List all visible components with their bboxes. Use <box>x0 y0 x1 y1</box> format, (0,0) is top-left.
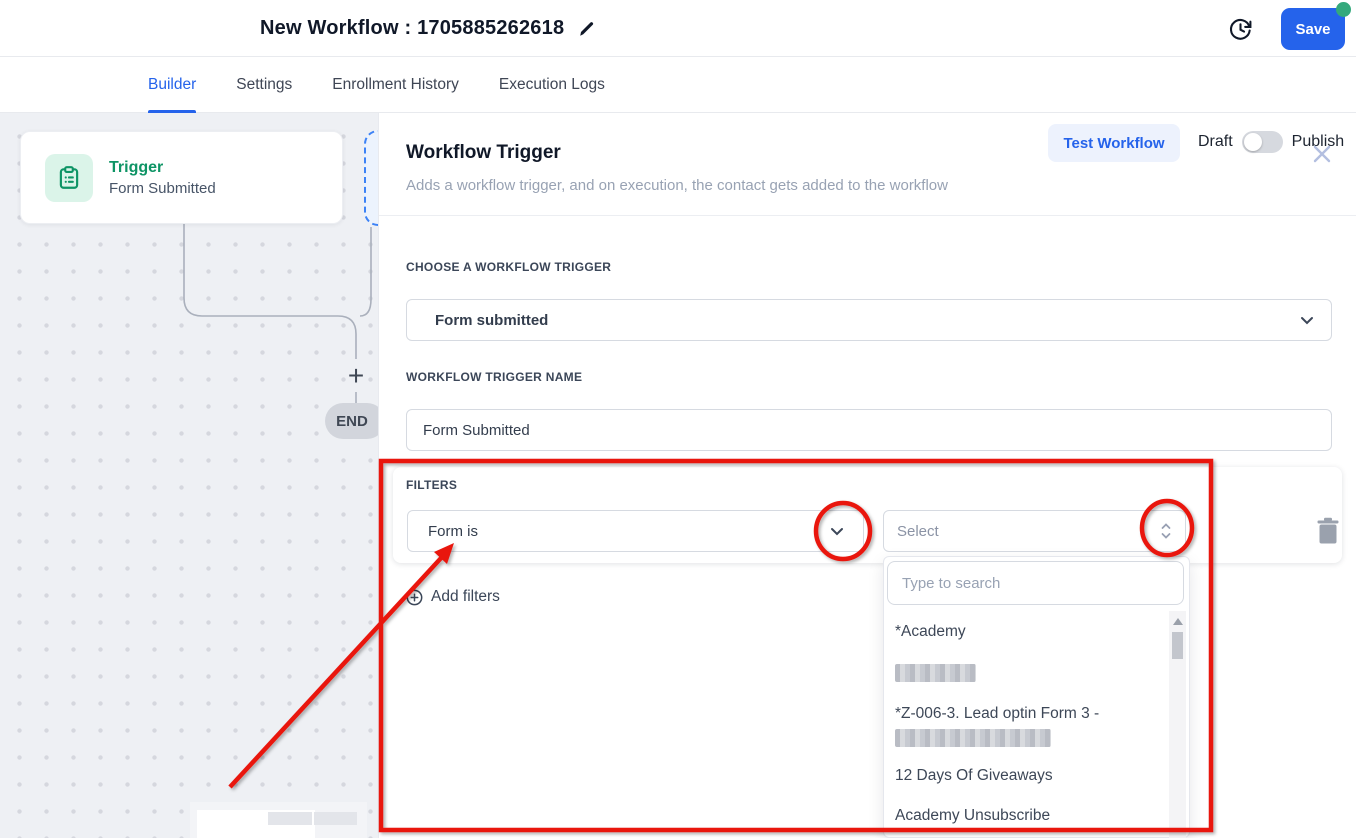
save-button-label: Save <box>1295 20 1331 38</box>
filters-label: FILTERS <box>406 478 458 492</box>
toggle-knob <box>1243 133 1262 151</box>
publish-label: Publish <box>1291 133 1345 150</box>
publish-toggle-group: Draft Publish <box>1198 114 1344 170</box>
filter-field-select[interactable]: Form is <box>407 510 864 552</box>
dropdown-option[interactable]: Academy Unsubscribe <box>895 807 1050 825</box>
trigger-name-input[interactable] <box>406 409 1332 451</box>
tab-bar: Builder Settings Enrollment History Exec… <box>0 57 1356 162</box>
filter-value-select[interactable]: Select <box>883 510 1186 552</box>
history-icon[interactable] <box>1226 15 1254 43</box>
tab-builder[interactable]: Builder <box>148 57 197 113</box>
add-filters-button[interactable]: Add filters <box>406 588 500 606</box>
workflow-trigger-select[interactable]: Form submitted <box>406 299 1332 341</box>
add-step-button[interactable]: + <box>342 361 370 391</box>
workflow-trigger-select-value: Form submitted <box>435 311 549 329</box>
dropdown-option[interactable]: *Academy <box>895 623 966 641</box>
trigger-node-subtitle: Form Submitted <box>109 179 216 197</box>
unsaved-status-dot <box>1336 2 1351 17</box>
trigger-name-label: WORKFLOW TRIGGER NAME <box>406 370 583 384</box>
tab-settings[interactable]: Settings <box>236 57 292 113</box>
filter-value-placeholder: Select <box>897 522 939 540</box>
top-bar: New Workflow : 1705885262618 Save <box>0 0 1356 57</box>
end-node: END <box>325 403 378 439</box>
add-filters-label: Add filters <box>431 588 500 605</box>
workflow-trigger-panel: Workflow Trigger Adds a workflow trigger… <box>378 113 1356 838</box>
scrollbar-thumb[interactable] <box>1172 632 1183 659</box>
dropdown-option[interactable]: *Z-006-3. Lead optin Form 3 - <box>895 705 1099 723</box>
tab-enrollment-history[interactable]: Enrollment History <box>332 57 459 113</box>
save-button[interactable]: Save <box>1281 2 1351 50</box>
trigger-node-card[interactable]: Trigger Form Submitted <box>20 131 343 224</box>
panel-title: Workflow Trigger <box>406 142 561 163</box>
selected-trigger-placeholder <box>364 130 378 226</box>
workflow-canvas[interactable]: Trigger Form Submitted + END <box>0 113 378 838</box>
scroll-up-arrow[interactable] <box>1172 618 1183 625</box>
thumbnail-bar <box>314 812 357 825</box>
workflow-title: New Workflow : 1705885262618 <box>260 17 565 39</box>
draft-publish-toggle[interactable] <box>1241 131 1283 153</box>
trigger-node-title: Trigger <box>109 158 164 176</box>
dropdown-option-redacted-line[interactable] <box>895 729 1051 747</box>
chevron-down-icon <box>1301 317 1313 325</box>
panel-divider <box>379 215 1356 216</box>
thumbnail-bar <box>268 812 312 825</box>
form-select-dropdown: *Academy *Z-006-3. Lead optin Form 3 - 1… <box>883 556 1190 838</box>
chevron-down-icon <box>831 528 843 536</box>
trigger-icon-box <box>45 153 93 202</box>
tab-execution-logs[interactable]: Execution Logs <box>499 57 605 113</box>
filter-field-value: Form is <box>428 522 478 540</box>
panel-description: Adds a workflow trigger, and on executio… <box>406 177 948 194</box>
edit-pencil-icon[interactable] <box>578 20 596 38</box>
dropdown-scrollbar[interactable] <box>1169 611 1186 838</box>
delete-filter-trash-icon[interactable] <box>1316 517 1340 545</box>
caret-up-down-icon <box>1161 523 1171 539</box>
test-workflow-button[interactable]: Test Workflow <box>1048 124 1180 162</box>
draft-label: Draft <box>1198 133 1233 150</box>
dropdown-option[interactable]: 12 Days Of Giveaways <box>895 767 1053 785</box>
clipboard-form-icon <box>59 165 79 189</box>
choose-trigger-label: CHOOSE A WORKFLOW TRIGGER <box>406 260 612 274</box>
tabs: Builder Settings Enrollment History Exec… <box>148 57 605 113</box>
dropdown-search-input[interactable] <box>887 561 1184 605</box>
dropdown-option-redacted[interactable] <box>895 664 976 682</box>
canvas-thumbnail <box>190 802 367 838</box>
plus-circle-icon <box>406 589 423 605</box>
